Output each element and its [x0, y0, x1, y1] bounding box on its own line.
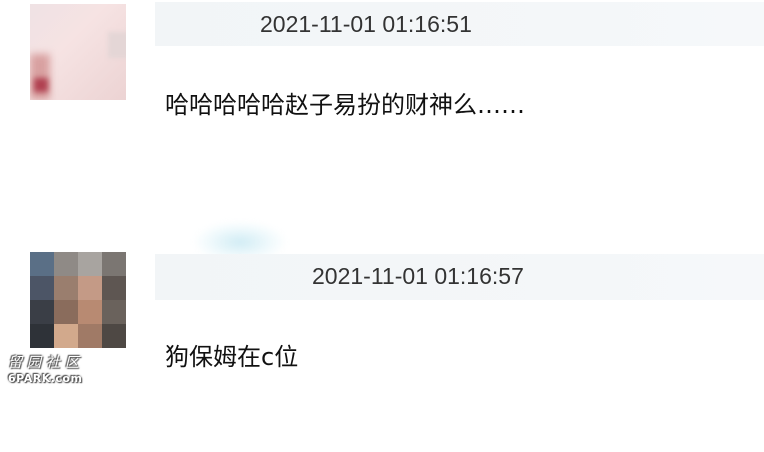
watermark-cn: 留园社区	[8, 355, 84, 371]
comment-text: 狗保姆在c位	[165, 343, 299, 371]
comment-timestamp: 2021-11-01 01:16:51	[260, 11, 472, 37]
comment-timestamp: 2021-11-01 01:16:57	[312, 263, 524, 289]
comment-text: 哈哈哈哈哈赵子易扮的财神么……	[165, 91, 525, 119]
avatar-image-detail	[34, 78, 48, 92]
avatar-mosaic-cell	[102, 276, 126, 300]
avatar-mosaic-cell	[30, 300, 54, 324]
avatar-mosaic-cell	[54, 300, 78, 324]
comment-item: 2021-11-01 01:16:57 狗保姆在c位	[0, 240, 764, 452]
comment-item: 2021-11-01 01:16:51 哈哈哈哈哈赵子易扮的财神么……	[0, 0, 764, 262]
avatar-mosaic-cell	[102, 324, 126, 348]
avatar[interactable]	[30, 4, 126, 100]
comment-header: 2021-11-01 01:16:57	[155, 254, 764, 300]
avatar-mosaic-cell	[54, 324, 78, 348]
avatar-mosaic-cell	[78, 276, 102, 300]
avatar-image-detail	[30, 54, 50, 100]
watermark-en: 6PARK.com	[8, 372, 83, 385]
avatar-mosaic-cell	[30, 324, 54, 348]
avatar-mosaic-cell	[30, 276, 54, 300]
avatar-mosaic-cell	[78, 300, 102, 324]
avatar-mosaic-cell	[102, 300, 126, 324]
avatar-mosaic-cell	[54, 252, 78, 276]
avatar-mosaic-cell	[78, 324, 102, 348]
comment-header: 2021-11-01 01:16:51	[155, 2, 764, 46]
avatar-mosaic-cell	[78, 252, 102, 276]
avatar-mosaic-cell	[54, 276, 78, 300]
avatar[interactable]	[30, 252, 126, 348]
avatar-mosaic	[108, 32, 126, 58]
avatar-mosaic-cell	[30, 252, 54, 276]
avatar-mosaic-cell	[102, 252, 126, 276]
site-watermark: 留园社区 6PARK.com	[8, 352, 98, 385]
